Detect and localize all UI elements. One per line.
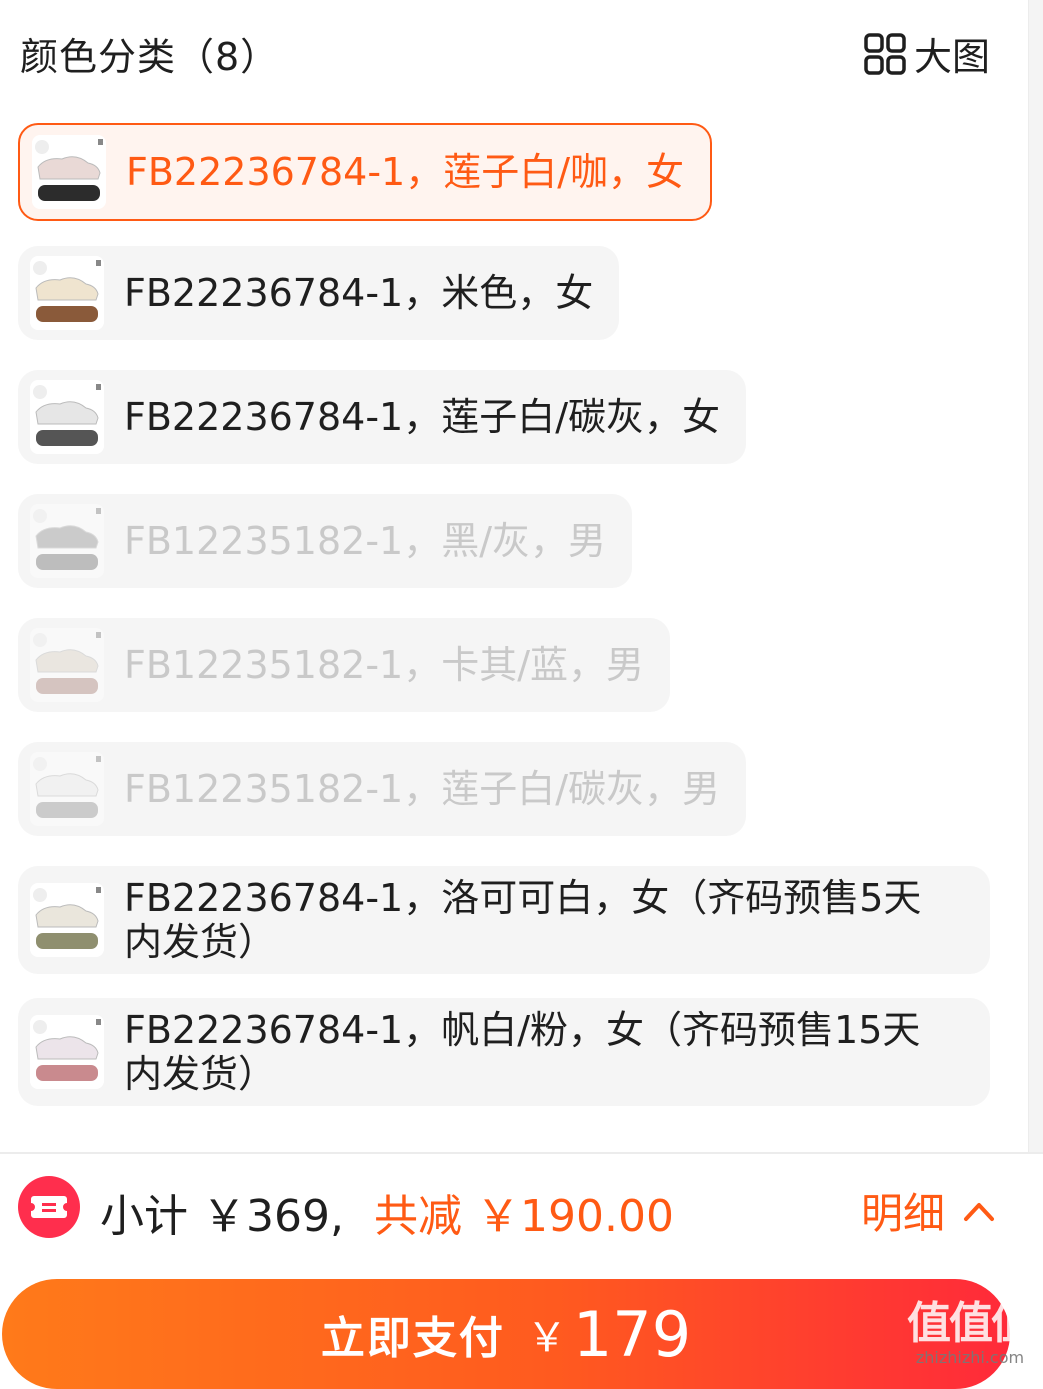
scrollbar-track[interactable] — [1028, 0, 1043, 1152]
grid-icon — [864, 32, 906, 75]
color-option[interactable]: FB22236784-1，莲子白/碳灰，女 — [18, 370, 747, 464]
color-option[interactable]: FB12235182-1，莲子白/碳灰，男 — [18, 742, 747, 836]
color-option-label: FB22236784-1，莲子白/咖，女 — [126, 150, 685, 194]
color-option-label: FB22236784-1，帆白/粉，女（齐码预售15天内发货） — [124, 1008, 921, 1096]
color-option-label: FB22236784-1，莲子白/碳灰，女 — [124, 395, 721, 439]
watermark-logo: 值值值 — [907, 1298, 1035, 1349]
pay-amount: 179 — [572, 1297, 692, 1371]
color-option[interactable]: FB12235182-1，卡其/蓝，男 — [18, 618, 671, 712]
detail-label: 明细 — [860, 1189, 945, 1238]
chevron-up-icon — [964, 1202, 994, 1221]
color-option[interactable]: FB22236784-1，米色，女 — [18, 246, 620, 340]
color-option-label: FB22236784-1，米色，女 — [124, 271, 594, 315]
color-option-label: FB12235182-1，黑/灰，男 — [124, 519, 607, 563]
pay-now-button[interactable]: 立即支付 ￥ 179 — [2, 1279, 1010, 1389]
watermark-url: zhizhizhi.com — [915, 1348, 1025, 1367]
shoe-thumbnail — [32, 135, 106, 209]
color-option[interactable]: FB22236784-1，洛可可白，女（齐码预售5天内发货） — [18, 866, 990, 974]
color-option-label: FB22236784-1，洛可可白，女（齐码预售5天内发货） — [124, 876, 922, 964]
shoe-thumbnail — [30, 883, 104, 957]
pay-currency: ￥ — [526, 1315, 567, 1361]
shoe-thumbnail — [30, 504, 104, 578]
price-summary: 小计 ￥369, 共减 ￥190.00 明细 — [0, 1154, 1043, 1264]
shoe-thumbnail — [30, 380, 104, 454]
big-view-button[interactable]: 大图 — [864, 26, 990, 81]
watermark: 值值值 zhizhizhi.com — [907, 1298, 1035, 1368]
color-option[interactable]: FB12235182-1，黑/灰，男 — [18, 494, 633, 588]
color-option-label: FB12235182-1，卡其/蓝，男 — [124, 643, 645, 687]
detail-button[interactable]: 明细 — [861, 1180, 995, 1241]
subtotal-text: 小计 ￥369, — [100, 1191, 344, 1242]
big-view-label: 大图 — [913, 35, 990, 79]
shoe-thumbnail — [30, 752, 104, 826]
color-option-label: FB12235182-1，莲子白/碳灰，男 — [124, 767, 721, 811]
shoe-thumbnail — [30, 628, 104, 702]
page-title: 颜色分类（8） — [20, 35, 280, 79]
shoe-thumbnail — [30, 256, 104, 330]
pay-label: 立即支付 — [320, 1313, 505, 1364]
color-option[interactable]: FB22236784-1，帆白/粉，女（齐码预售15天内发货） — [18, 998, 990, 1106]
shoe-thumbnail — [30, 1015, 104, 1089]
coupon-icon — [18, 1176, 80, 1238]
header: 颜色分类（8） 大图 — [0, 0, 1028, 100]
color-option[interactable]: FB22236784-1，莲子白/咖，女 — [18, 123, 713, 221]
discount-text: 共减 ￥190.00 — [374, 1191, 674, 1242]
